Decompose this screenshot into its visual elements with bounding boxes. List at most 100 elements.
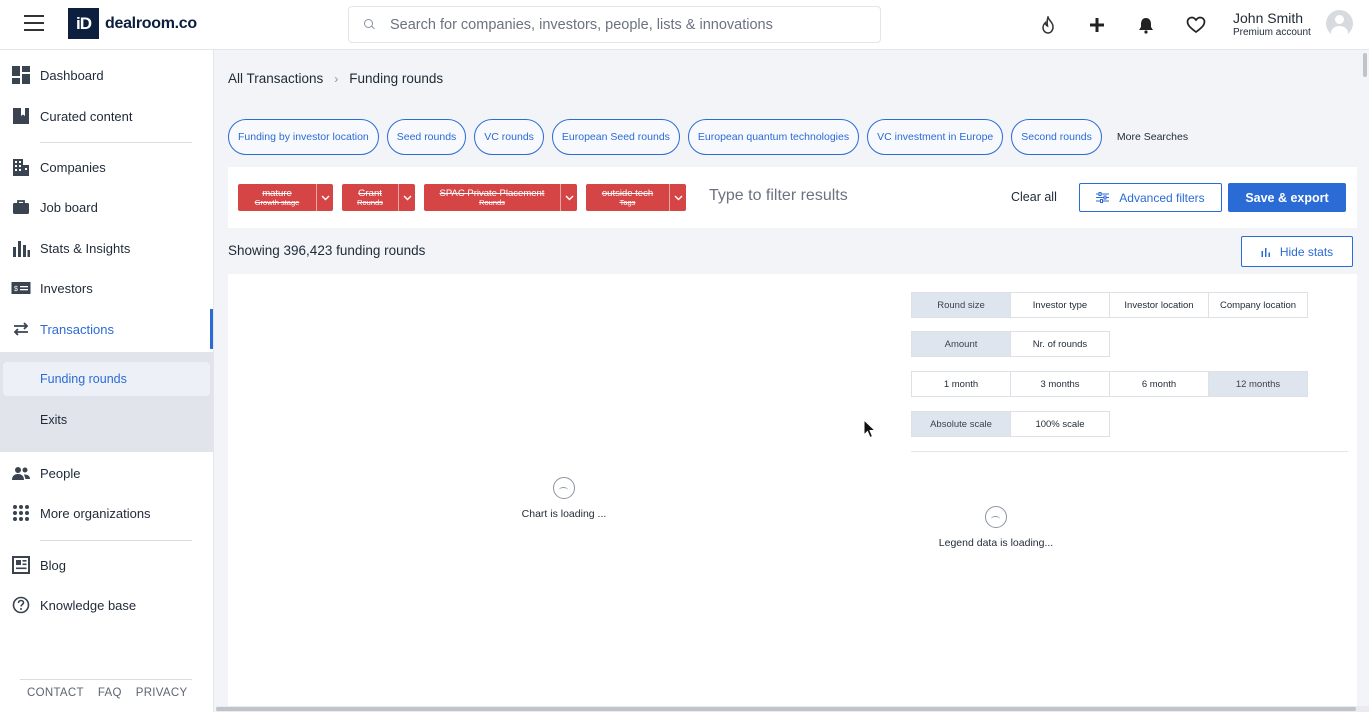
chip-vc-rounds[interactable]: VC rounds [474, 119, 544, 155]
seg-nr-of-rounds[interactable]: Nr. of rounds [1010, 331, 1110, 357]
advanced-filters-label: Advanced filters [1119, 190, 1205, 205]
bookmark-icon [11, 106, 31, 126]
vertical-scrollbar[interactable] [1361, 50, 1369, 706]
chevron-right-icon: › [334, 71, 339, 86]
user-plan: Premium account [1233, 27, 1311, 38]
sidebar-item-label: More organizations [40, 505, 151, 521]
filter-tag-outside-tech[interactable]: outside tech Tags [586, 184, 686, 211]
legend-divider [911, 451, 1348, 452]
sidebar-item-knowledge-base[interactable]: Knowledge base [0, 585, 213, 625]
metric-toggle: Amount Nr. of rounds [911, 331, 1110, 357]
seg-1-month[interactable]: 1 month [911, 371, 1011, 397]
seg-100-scale[interactable]: 100% scale [1010, 411, 1110, 437]
horizontal-scrollbar[interactable] [216, 706, 1369, 712]
sidebar-item-investors[interactable]: $ Investors [0, 268, 213, 308]
sidebar-item-more-organizations[interactable]: More organizations [0, 493, 213, 533]
saved-searches: Funding by investor location Seed rounds… [228, 119, 1188, 155]
clear-all-button[interactable]: Clear all [1011, 190, 1057, 204]
sidebar-item-blog[interactable]: Blog [0, 545, 213, 585]
sidebar-item-curated-content[interactable]: Curated content [0, 96, 213, 136]
scrollbar-thumb[interactable] [216, 707, 1356, 711]
search-bar[interactable] [348, 6, 881, 43]
seg-12-months[interactable]: 12 months [1208, 371, 1308, 397]
seg-3-months[interactable]: 3 months [1010, 371, 1110, 397]
filter-tag-spac-rounds[interactable]: SPAC Private Placement Rounds [424, 184, 577, 211]
seg-round-size[interactable]: Round size [911, 292, 1011, 318]
save-export-button[interactable]: Save & export [1228, 183, 1346, 212]
sidebar-item-label: Dashboard [40, 67, 104, 83]
sidebar-item-label: Knowledge base [40, 597, 137, 613]
sidebar-item-dashboard[interactable]: Dashboard [0, 55, 213, 95]
legend-loading-text: Legend data is loading... [938, 537, 1054, 549]
chip-funding-by-investor-location[interactable]: Funding by investor location [228, 119, 379, 155]
filter-results-input[interactable] [709, 187, 969, 205]
seg-amount[interactable]: Amount [911, 331, 1011, 357]
chip-second-rounds[interactable]: Second rounds [1011, 119, 1102, 155]
sidebar-item-transactions[interactable]: Transactions [0, 309, 213, 349]
chart-loading-text: Chart is loading ... [521, 508, 607, 520]
logo-text: dealroom.co [105, 14, 197, 32]
chip-vc-investment-in-europe[interactable]: VC investment in Europe [867, 119, 1004, 155]
bar-chart-icon [11, 238, 31, 258]
sliders-icon [1096, 192, 1110, 203]
filter-tag-label: outside tech Tags [601, 187, 654, 207]
filter-tag-growth-stage[interactable]: mature Growth stage [238, 184, 333, 211]
more-searches-link[interactable]: More Searches [1117, 131, 1188, 143]
chevron-down-icon[interactable] [316, 184, 333, 211]
seg-company-location[interactable]: Company location [1208, 292, 1308, 318]
chip-european-seed-rounds[interactable]: European Seed rounds [551, 119, 680, 155]
filter-tag-label: Grant Rounds [357, 187, 383, 207]
breadcrumb-root[interactable]: All Transactions [228, 71, 323, 86]
people-icon [11, 463, 31, 483]
hide-stats-button[interactable]: Hide stats [1241, 236, 1353, 267]
top-bar: iD dealroom.co John Smith Premium accoun… [0, 0, 1369, 50]
flame-icon[interactable] [1037, 14, 1059, 36]
grid-icon [11, 503, 31, 523]
loading-icon [553, 477, 575, 499]
scale-toggle: Absolute scale 100% scale [911, 411, 1110, 437]
question-icon [11, 595, 31, 615]
sidebar-item-companies[interactable]: Companies [0, 147, 213, 187]
filter-bar: mature Growth stage Grant Rounds SPAC Priv… [228, 167, 1357, 228]
sidebar-item-people[interactable]: People [0, 453, 213, 493]
avatar[interactable] [1326, 10, 1353, 37]
seg-investor-location[interactable]: Investor location [1109, 292, 1209, 318]
transactions-subnav: Funding rounds Exits [0, 352, 213, 452]
sidebar-divider [40, 540, 192, 541]
chip-seed-rounds[interactable]: Seed rounds [386, 119, 467, 155]
sidebar-item-job-board[interactable]: Job board [0, 187, 213, 227]
bell-icon[interactable] [1135, 14, 1157, 36]
chip-european-quantum-technologies[interactable]: European quantum technologies [687, 119, 860, 155]
sidebar-item-label: Stats & Insights [40, 240, 131, 256]
loading-icon [985, 506, 1007, 528]
filter-tag-grant-rounds[interactable]: Grant Rounds [342, 184, 415, 211]
seg-absolute-scale[interactable]: Absolute scale [911, 411, 1011, 437]
seg-6-month[interactable]: 6 month [1109, 371, 1209, 397]
seg-investor-type[interactable]: Investor type [1010, 292, 1110, 318]
stats-panel: Round size Investor type Investor locati… [228, 274, 1357, 712]
mouse-cursor-icon [863, 419, 877, 439]
menu-icon[interactable] [24, 15, 44, 31]
group-by-toggle: Round size Investor type Investor locati… [911, 292, 1308, 318]
heart-icon[interactable] [1185, 14, 1207, 36]
user-name: John Smith [1233, 10, 1304, 26]
chevron-down-icon[interactable] [560, 184, 577, 211]
logo-mark: iD [68, 8, 99, 39]
plus-icon[interactable] [1086, 14, 1108, 36]
user-menu[interactable]: John Smith Premium account [1233, 10, 1311, 38]
privacy-link[interactable]: PRIVACY [136, 687, 188, 699]
chevron-down-icon[interactable] [398, 184, 415, 211]
results-count: Showing 396,423 funding rounds [228, 243, 426, 258]
scrollbar-thumb[interactable] [1363, 53, 1367, 77]
advanced-filters-button[interactable]: Advanced filters [1079, 183, 1222, 212]
search-input[interactable] [390, 16, 850, 33]
faq-link[interactable]: FAQ [98, 687, 122, 699]
building-icon [11, 157, 31, 177]
sidebar-subitem-exits[interactable]: Exits [3, 403, 210, 437]
sidebar-subitem-funding-rounds[interactable]: Funding rounds [3, 362, 210, 396]
logo[interactable]: iD dealroom.co [68, 8, 197, 39]
sidebar-item-stats-insights[interactable]: Stats & Insights [0, 228, 213, 268]
chevron-down-icon[interactable] [669, 184, 686, 211]
contact-link[interactable]: CONTACT [27, 687, 84, 699]
sidebar-divider [40, 142, 192, 143]
